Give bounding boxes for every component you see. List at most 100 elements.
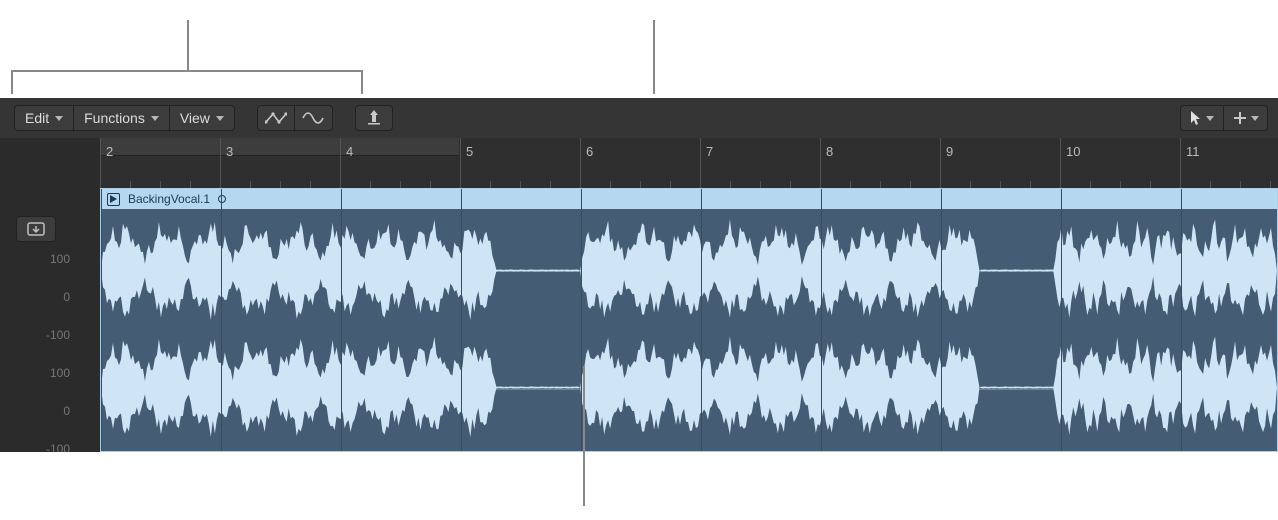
beat-tick [1090,181,1091,188]
beat-tick [1270,181,1271,188]
track-area[interactable]: BackingVocal.1 [100,188,1278,452]
chevron-down-icon [151,116,159,121]
beat-tick [130,181,131,188]
left-click-tool[interactable] [1180,105,1224,131]
edit-menu-label: Edit [25,110,49,126]
scale-label: -100 [0,443,76,452]
bar-number: 2 [106,144,113,159]
bar-number: 7 [706,144,713,159]
plus-icon [1233,111,1247,125]
cmd-click-tool[interactable] [1224,105,1268,131]
beat-tick [1240,181,1241,188]
grid-line [221,189,222,451]
chevron-down-icon [1251,116,1259,121]
beat-tick [430,181,431,188]
inspector-icon [27,222,45,236]
bar-number: 4 [346,144,353,159]
bar-line [1180,138,1181,188]
region-name: BackingVocal.1 [128,192,210,206]
amplitude-scale: 100 0 -100 100 0 -100 [0,253,76,452]
scale-label: 100 [0,367,76,379]
bar-line [580,138,581,188]
grid-line [701,189,702,451]
beat-tick [1000,181,1001,188]
beat-tick [1150,181,1151,188]
beat-tick [250,181,251,188]
bar-line [340,138,341,188]
grid-line [461,189,462,451]
beat-tick [730,181,731,188]
scale-label: 0 [0,291,76,303]
flex-toggle[interactable] [295,105,333,131]
beat-tick [310,181,311,188]
beat-tick [1120,181,1121,188]
beat-tick [880,181,881,188]
catch-playhead-icon [365,110,383,126]
scale-label: -100 [0,329,76,341]
tool-selector [1180,105,1268,131]
bar-number: 8 [826,144,833,159]
flex-icon [302,110,324,126]
beat-tick [610,181,611,188]
chevron-down-icon [55,116,63,121]
bar-number: 9 [946,144,953,159]
automation-toggle[interactable] [257,105,295,131]
beat-tick [1030,181,1031,188]
beat-tick [640,181,641,188]
functions-menu[interactable]: Functions [74,105,170,131]
beat-tick [370,181,371,188]
bar-line [700,138,701,188]
bar-line [1060,138,1061,188]
edit-menu[interactable]: Edit [14,105,74,131]
region-play-button[interactable] [107,193,120,206]
inspector-toggle[interactable] [16,216,56,242]
cycle-range[interactable] [100,138,459,156]
beat-tick [490,181,491,188]
bar-number: 6 [586,144,593,159]
mode-toggle-group [257,105,333,131]
editor-toolbar: Edit Functions View [0,98,1278,138]
region-header[interactable]: BackingVocal.1 [101,189,1277,209]
pointer-icon [1190,110,1202,126]
beat-tick [520,181,521,188]
beat-tick [1210,181,1211,188]
bar-number: 11 [1186,144,1200,159]
bar-number: 5 [466,144,473,159]
automation-icon [265,111,287,125]
view-menu[interactable]: View [170,105,235,131]
beat-tick [970,181,971,188]
bar-ruler[interactable]: 2 3 4 5 6 7 8 9 10 11 [100,138,1278,188]
grid-line [821,189,822,451]
chevron-down-icon [1206,116,1214,121]
bar-line [220,138,221,188]
loop-icon [218,195,226,203]
beat-tick [910,181,911,188]
bar-line [940,138,941,188]
grid-line [1061,189,1062,451]
grid-line [581,189,582,451]
scale-label: 0 [0,405,76,417]
bar-line [460,138,461,188]
catch-playhead-button[interactable] [355,105,393,131]
functions-menu-label: Functions [84,110,145,126]
grid-line [101,189,102,451]
scale-label: 100 [0,253,76,265]
catch-group [355,105,393,131]
bar-number: 10 [1066,144,1080,159]
beat-tick [190,181,191,188]
waveform-display [101,209,1277,451]
beat-tick [790,181,791,188]
menu-bar: Edit Functions View [14,105,235,131]
bar-number: 3 [226,144,233,159]
beat-tick [670,181,671,188]
grid-line [941,189,942,451]
chevron-down-icon [216,116,224,121]
bar-line [820,138,821,188]
bar-line [100,138,101,188]
beat-tick [850,181,851,188]
beat-tick [550,181,551,188]
callouts-bottom [0,452,1278,520]
beat-tick [160,181,161,188]
callouts-top [0,0,1278,98]
audio-region[interactable]: BackingVocal.1 [100,188,1278,452]
